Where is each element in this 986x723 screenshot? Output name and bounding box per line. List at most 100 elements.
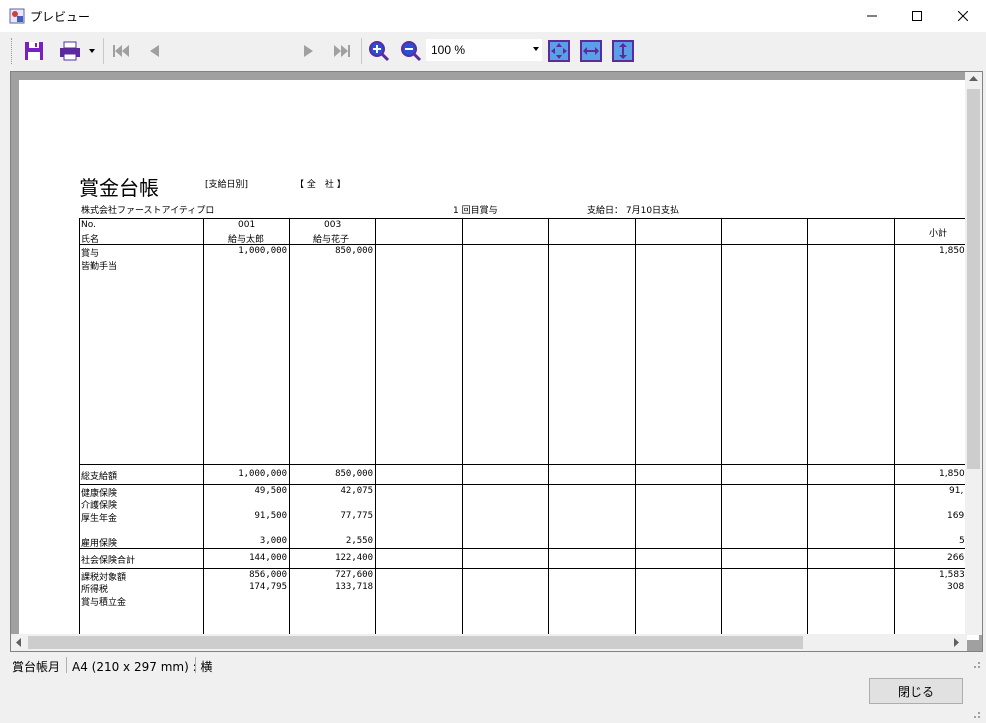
maximize-button[interactable] — [894, 0, 940, 32]
fit-page-icon — [548, 40, 570, 62]
cell-subtotal: 91, — [949, 486, 964, 496]
table-line — [375, 218, 376, 640]
chevron-down-icon — [533, 47, 539, 51]
close-button[interactable]: 閉じる — [869, 678, 963, 704]
table-line — [79, 218, 979, 219]
company-name: 株式会社ファーストアイティプロ — [81, 206, 215, 216]
close-window-button[interactable] — [940, 0, 986, 32]
previous-page-button[interactable] — [141, 38, 167, 64]
status-separator — [195, 657, 196, 673]
vertical-scroll-thumb[interactable] — [967, 89, 980, 469]
employee-no: 003 — [324, 220, 342, 230]
toolbar: 1 / 1 100 % — [0, 32, 986, 93]
table-line — [79, 218, 80, 640]
minimize-button[interactable] — [849, 0, 895, 32]
window-title: プレビュー — [30, 10, 91, 24]
vertical-scrollbar[interactable] — [965, 72, 982, 635]
zoom-select[interactable]: 100 % — [426, 39, 542, 61]
pay-date: 支給日： 7月10日支払 — [587, 206, 680, 216]
preview-viewport[interactable]: 賞金台帳 [支給日別] 【 全 社 】 株式会社ファーストアイティプロ 1 回目… — [10, 71, 983, 652]
next-page-button[interactable] — [296, 38, 322, 64]
row-label-bonus: 賞与 — [81, 249, 100, 259]
report-title: 賞金台帳 — [79, 176, 159, 200]
status-paper-size: A4 (210 x 297 mm) : 横 — [72, 660, 213, 674]
cell-value: 3,000 — [259, 536, 287, 546]
header-no: No. — [81, 220, 96, 230]
employee-no: 001 — [238, 220, 256, 230]
subtotal-header: 小計 — [929, 229, 948, 239]
fit-page-button[interactable] — [546, 38, 572, 64]
table-line — [79, 568, 979, 569]
period-label: 1 回目賞与 — [453, 206, 498, 216]
cell-value: 727,600 — [335, 570, 373, 580]
save-icon — [25, 42, 43, 60]
row-label-social-total: 社会保険合計 — [81, 556, 136, 566]
employee-name: 給与太郎 — [228, 235, 265, 245]
status-bar: 賞台帳月 A4 (210 x 297 mm) : 横 — [0, 653, 986, 677]
table-line — [894, 218, 895, 640]
employee-name: 給与花子 — [313, 235, 350, 245]
cell-subtotal: 1,583, — [939, 570, 968, 580]
report-subtitle-type: [支給日別] — [205, 180, 249, 190]
table-line — [807, 218, 808, 640]
cell-value: 850,000 — [335, 469, 373, 479]
last-page-button[interactable] — [329, 38, 355, 64]
fit-width-icon — [580, 40, 602, 62]
cell-subtotal: 1,850, — [939, 246, 968, 256]
table-line — [79, 548, 979, 549]
horizontal-scroll-thumb[interactable] — [28, 636, 803, 649]
close-icon — [958, 11, 968, 21]
cell-value: 144,000 — [249, 553, 287, 563]
table-line — [635, 218, 636, 640]
fit-height-button[interactable] — [610, 38, 636, 64]
cell-value: 122,400 — [335, 553, 373, 563]
scroll-right-icon[interactable] — [954, 638, 960, 647]
zoom-in-icon — [369, 41, 390, 62]
save-button[interactable] — [21, 38, 47, 64]
row-label-income-tax: 所得税 — [81, 585, 109, 595]
table-line — [79, 464, 979, 465]
report-subtitle-scope: 【 全 社 】 — [295, 180, 346, 190]
status-report-name: 賞台帳月 — [12, 660, 61, 674]
row-label-reserve: 賞与積立金 — [81, 598, 127, 608]
cell-value: 174,795 — [249, 582, 287, 592]
horizontal-scrollbar[interactable] — [11, 634, 967, 651]
zoom-in-button[interactable] — [366, 38, 392, 64]
row-label-total-pay: 総支給額 — [81, 472, 118, 482]
title-bar: プレビュー — [0, 0, 986, 32]
fit-width-button[interactable] — [578, 38, 604, 64]
zoom-value: 100 % — [431, 43, 466, 57]
zoom-out-button[interactable] — [398, 38, 424, 64]
first-page-icon — [113, 45, 129, 57]
cell-value: 1,000,000 — [238, 246, 287, 256]
scroll-left-icon[interactable] — [16, 638, 22, 647]
scroll-up-icon[interactable] — [969, 76, 978, 82]
table-line — [462, 218, 463, 640]
cell-value: 133,718 — [335, 582, 373, 592]
zoom-out-icon — [401, 41, 422, 62]
table-line — [79, 484, 979, 485]
toolbar-separator — [103, 38, 104, 64]
table-line — [721, 218, 722, 640]
table-line — [548, 218, 549, 640]
fit-height-icon — [612, 40, 634, 62]
cell-value: 2,550 — [345, 536, 373, 546]
row-label-allowance: 皆勤手当 — [81, 262, 118, 272]
next-page-icon — [304, 45, 313, 57]
cell-value: 42,075 — [340, 486, 373, 496]
report-page: 賞金台帳 [支給日別] 【 全 社 】 株式会社ファーストアイティプロ 1 回目… — [19, 80, 979, 640]
cell-value: 1,000,000 — [238, 469, 287, 479]
cell-value: 850,000 — [335, 246, 373, 256]
toolbar-separator — [361, 38, 362, 64]
cell-value: 49,500 — [254, 486, 287, 496]
last-page-icon — [334, 45, 350, 57]
table-line — [79, 244, 979, 245]
cell-subtotal: 1,850, — [939, 469, 968, 479]
print-dropdown[interactable] — [85, 38, 99, 64]
print-button[interactable] — [57, 38, 83, 64]
status-separator — [66, 657, 67, 673]
header-name: 氏名 — [81, 235, 100, 245]
first-page-button[interactable] — [108, 38, 134, 64]
minimize-icon — [867, 15, 877, 17]
row-label-care: 介護保険 — [81, 501, 118, 511]
